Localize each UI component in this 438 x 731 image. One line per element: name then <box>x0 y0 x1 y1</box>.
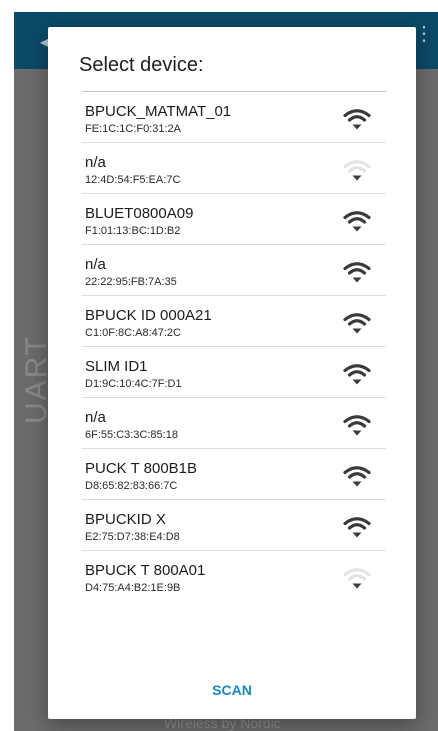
device-name: n/a <box>85 256 106 273</box>
signal-strength-icon <box>342 208 372 234</box>
device-name: PUCK T 800B1B <box>85 460 198 477</box>
select-device-dialog: Select device: BPUCK_MATMAT_01 FE:1C:1C:F… <box>48 27 416 719</box>
device-address: F1:01:13:BC:1D:B2 <box>85 225 181 237</box>
signal-strength-icon <box>342 259 372 285</box>
dialog-title: Select device: <box>79 54 204 76</box>
device-list: BPUCK_MATMAT_01 FE:1C:1C:F0:31:2A n/a 12:4D… <box>82 91 386 601</box>
signal-strength-icon <box>342 514 372 540</box>
device-list-item[interactable]: n/a 6F:55:C3:3C:85:18 <box>82 397 386 448</box>
device-name: BPUCKID X <box>85 511 166 528</box>
device-address: 12:4D:54:F5:EA:7C <box>85 174 181 186</box>
overflow-menu-icon[interactable]: ⋮ <box>414 24 434 44</box>
signal-strength-icon <box>342 310 372 336</box>
device-address: 6F:55:C3:3C:85:18 <box>85 429 178 441</box>
scan-button[interactable]: SCAN <box>48 681 416 699</box>
device-address: E2:75:D7:38:E4:D8 <box>85 531 180 543</box>
device-list-item[interactable]: BLUET0800A09 F1:01:13:BC:1D:B2 <box>82 193 386 244</box>
device-address: 22:22:95:FB:7A:35 <box>85 276 177 288</box>
signal-strength-icon <box>342 412 372 438</box>
device-address: D4:75:A4:B2:1E:9B <box>85 582 181 594</box>
device-name: BPUCK_MATMAT_01 <box>85 103 232 120</box>
device-list-item[interactable]: SLIM ID1 D1:9C:10:4C:7F:D1 <box>82 346 386 397</box>
device-list-item[interactable]: n/a 12:4D:54:F5:EA:7C <box>82 142 386 193</box>
signal-strength-icon <box>342 106 372 132</box>
signal-strength-icon <box>342 463 372 489</box>
device-address: D1:9C:10:4C:7F:D1 <box>85 378 182 390</box>
signal-strength-icon <box>342 157 372 183</box>
device-name: BPUCK T 800A01 <box>85 562 206 579</box>
device-list-item[interactable]: BPUCK_MATMAT_01 FE:1C:1C:F0:31:2A <box>82 91 386 142</box>
device-list-item[interactable]: BPUCK ID 000A21 C1:0F:8C:A8:47:2C <box>82 295 386 346</box>
device-list-item[interactable]: PUCK T 800B1B D8:65:82:83:66:7C <box>82 448 386 499</box>
device-name: n/a <box>85 154 106 171</box>
device-list-item[interactable]: n/a 22:22:95:FB:7A:35 <box>82 244 386 295</box>
signal-strength-icon <box>342 565 372 591</box>
device-name: SLIM ID1 <box>85 358 148 375</box>
device-address: FE:1C:1C:F0:31:2A <box>85 123 181 135</box>
device-address: D8:65:82:83:66:7C <box>85 480 178 492</box>
device-list-item[interactable]: BPUCKID X E2:75:D7:38:E4:D8 <box>82 499 386 550</box>
device-name: BLUET0800A09 <box>85 205 194 222</box>
device-name: n/a <box>85 409 106 426</box>
device-address: C1:0F:8C:A8:47:2C <box>85 327 181 339</box>
device-list-item[interactable]: BPUCK T 800A01 D4:75:A4:B2:1E:9B <box>82 550 386 601</box>
device-name: BPUCK ID 000A21 <box>85 307 212 324</box>
signal-strength-icon <box>342 361 372 387</box>
